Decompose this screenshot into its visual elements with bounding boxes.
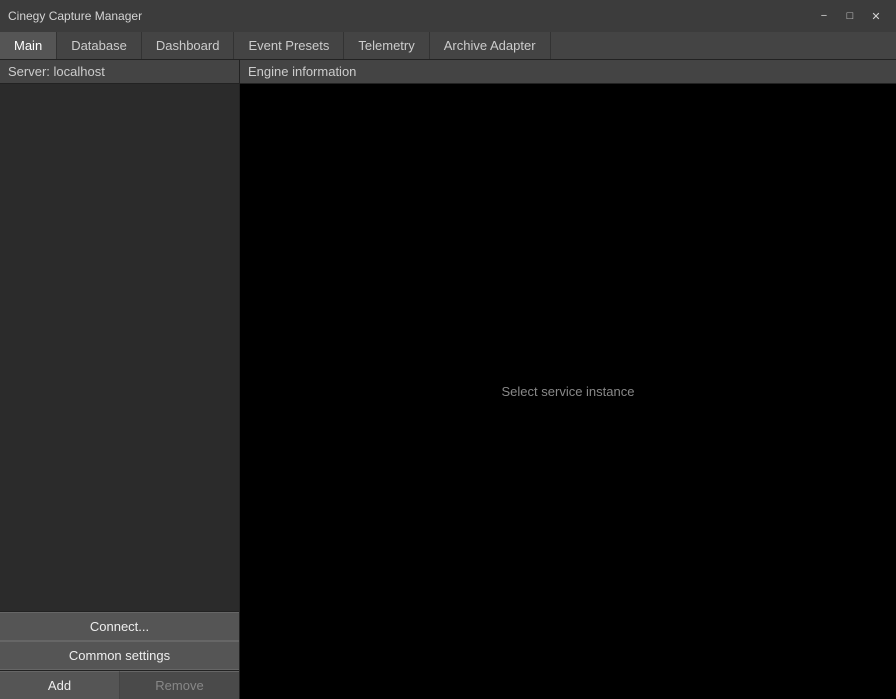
right-panel: Engine information Select service instan… (240, 60, 896, 699)
close-button[interactable]: ✕ (864, 7, 888, 25)
engine-header: Engine information (240, 60, 896, 84)
engine-content: Select service instance (240, 84, 896, 699)
left-buttons: Connect... Common settings Add Remove (0, 611, 239, 699)
tab-database[interactable]: Database (57, 32, 142, 59)
tab-bar: Main Database Dashboard Event Presets Te… (0, 32, 896, 60)
connect-button[interactable]: Connect... (0, 612, 239, 641)
tab-telemetry[interactable]: Telemetry (344, 32, 429, 59)
common-settings-button[interactable]: Common settings (0, 641, 239, 670)
title-bar: Cinegy Capture Manager − □ ✕ (0, 0, 896, 32)
minimize-button[interactable]: − (812, 7, 836, 25)
window-title: Cinegy Capture Manager (8, 9, 142, 23)
main-content: Server: localhost Connect... Common sett… (0, 60, 896, 699)
add-remove-row: Add Remove (0, 670, 239, 699)
add-button[interactable]: Add (0, 671, 120, 699)
window-controls: − □ ✕ (812, 7, 888, 25)
left-panel: Server: localhost Connect... Common sett… (0, 60, 240, 699)
tab-archive-adapter[interactable]: Archive Adapter (430, 32, 551, 59)
tab-main[interactable]: Main (0, 32, 57, 59)
server-list[interactable] (0, 84, 239, 611)
engine-placeholder: Select service instance (502, 384, 635, 399)
tab-dashboard[interactable]: Dashboard (142, 32, 235, 59)
maximize-button[interactable]: □ (838, 7, 862, 25)
tab-event-presets[interactable]: Event Presets (234, 32, 344, 59)
server-header: Server: localhost (0, 60, 239, 84)
remove-button[interactable]: Remove (120, 671, 239, 699)
